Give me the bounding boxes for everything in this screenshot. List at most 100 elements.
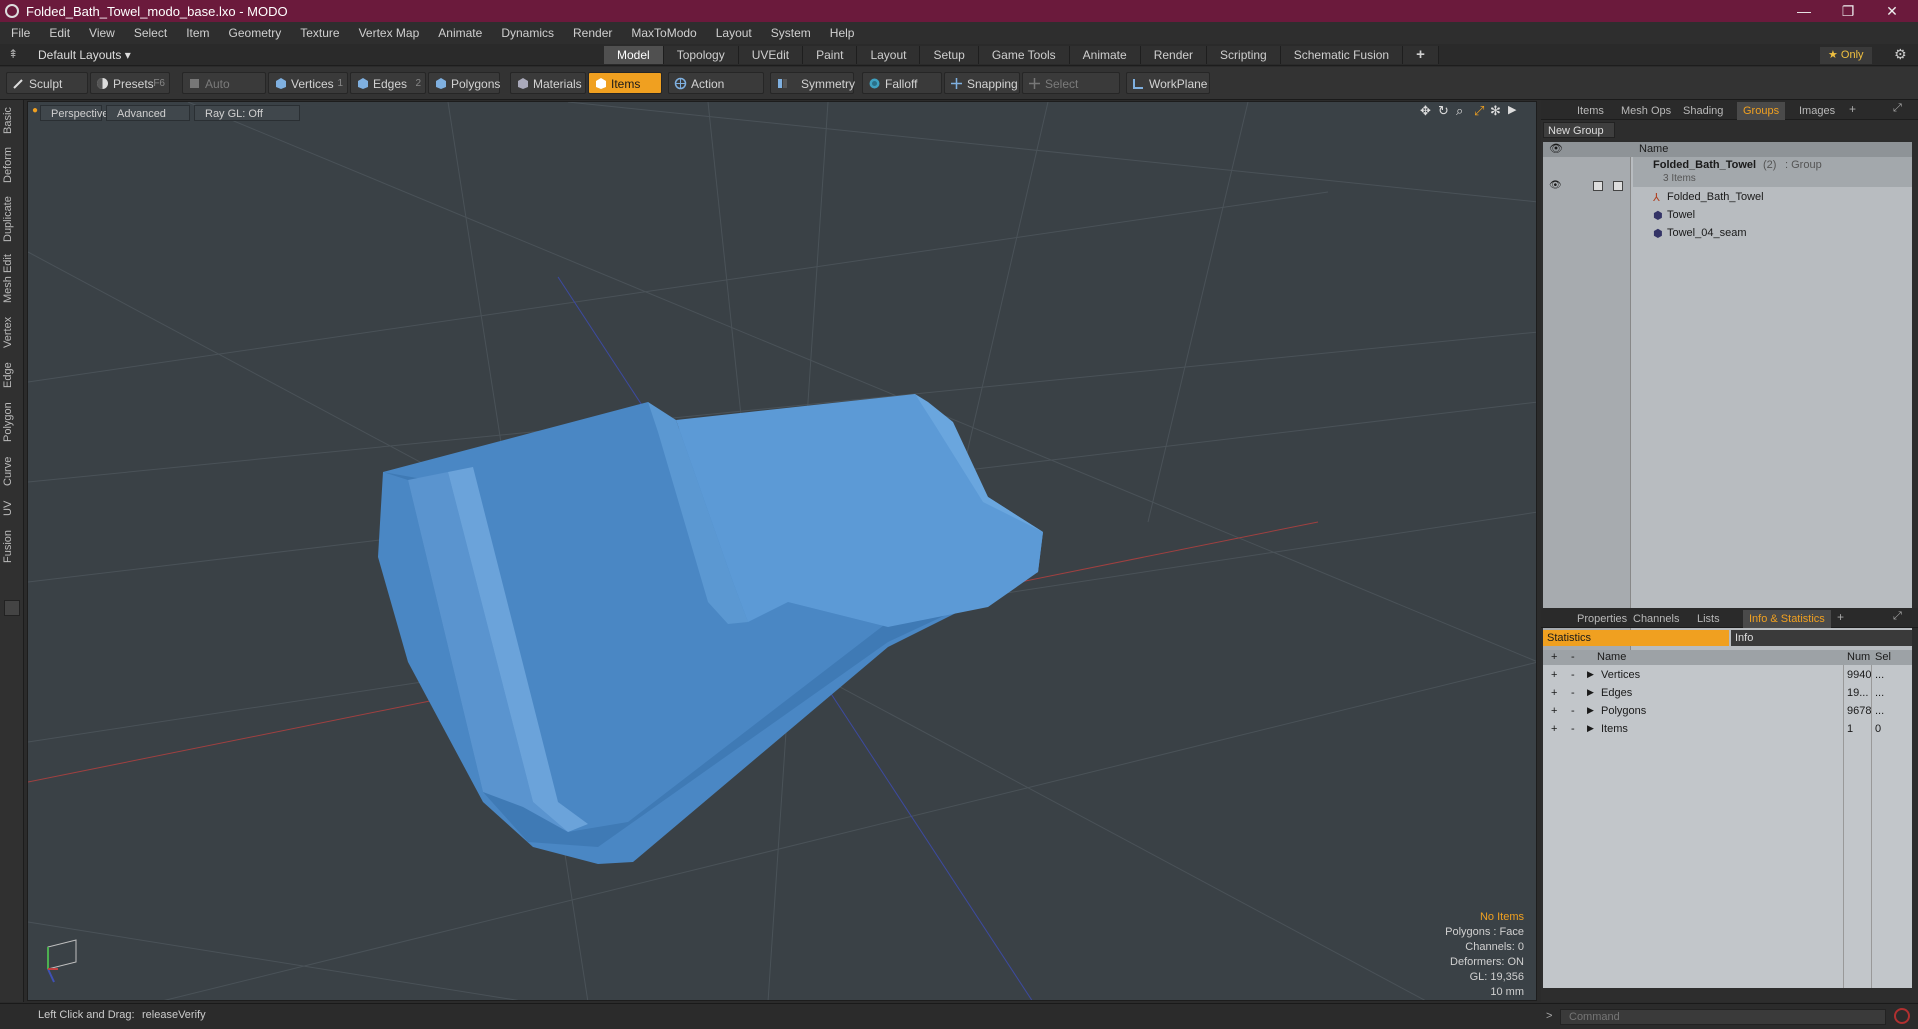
row-arrow-icon[interactable]: ▶	[1587, 723, 1594, 734]
table-row[interactable]: + - ▶ Items 1 0	[1543, 721, 1912, 738]
materials-button[interactable]: Materials	[510, 72, 586, 94]
add-panel-tab-icon[interactable]: +	[1837, 610, 1844, 624]
move-view-icon[interactable]: ✥	[1420, 103, 1431, 119]
expand-panel-icon[interactable]: ⤢	[1893, 102, 1902, 115]
tab-schematic-fusion[interactable]: Schematic Fusion	[1280, 46, 1404, 64]
expand-plus-icon[interactable]: +	[1551, 687, 1557, 699]
tab-scripting[interactable]: Scripting	[1207, 46, 1281, 64]
viewport-settings-icon[interactable]: ✻	[1490, 103, 1501, 119]
vtab-polygon[interactable]: Polygon	[2, 398, 22, 446]
group-render-checkbox[interactable]	[1613, 181, 1623, 191]
table-row[interactable]: + - ▶ Polygons 9678 ...	[1543, 703, 1912, 720]
tab-shading[interactable]: Shading	[1677, 102, 1729, 120]
vtab-deform[interactable]: Deform	[2, 144, 22, 186]
info-tab[interactable]: Info	[1731, 630, 1912, 646]
row-arrow-icon[interactable]: ▶	[1587, 669, 1594, 680]
tab-channels[interactable]: Channels	[1627, 610, 1685, 628]
tab-items[interactable]: Items	[1571, 102, 1610, 120]
rotate-view-icon[interactable]: ↻	[1438, 103, 1449, 119]
collapse-minus-icon[interactable]: -	[1571, 687, 1575, 699]
items-button[interactable]: Items	[588, 72, 662, 94]
edges-button[interactable]: Edges 2	[350, 72, 426, 94]
group-row[interactable]: Folded_Bath_Towel (2) : Group 3 Items	[1633, 157, 1912, 187]
expand-plus-icon[interactable]: +	[1551, 723, 1557, 735]
tab-uvedit[interactable]: UVEdit	[738, 46, 804, 64]
action-center-button[interactable]: Action Center	[668, 72, 764, 113]
select-through-button[interactable]: Select Through	[1022, 72, 1120, 113]
tab-groups[interactable]: Groups	[1737, 102, 1786, 120]
tab-topology[interactable]: Topology	[663, 46, 739, 64]
advanced-dropdown[interactable]: Advanced	[106, 105, 190, 121]
maximize-view-icon[interactable]: ⤢	[1474, 103, 1484, 119]
raygl-dropdown[interactable]: Ray GL: Off	[194, 105, 300, 121]
tab-info-statistics[interactable]: Info & Statistics	[1743, 610, 1831, 628]
3d-viewport[interactable]: ● Perspective Advanced Ray GL: Off ✥ ↻ ⌕…	[27, 101, 1537, 1001]
menu-file[interactable]: File	[11, 26, 30, 40]
menu-maxtomodo[interactable]: MaxToModo	[631, 26, 696, 40]
only-toggle-button[interactable]: ★ Only	[1820, 47, 1872, 64]
tab-animate[interactable]: Animate	[1069, 46, 1141, 64]
table-row[interactable]: + - ▶ Edges 19... ...	[1543, 685, 1912, 702]
panel-toggle-icon[interactable]	[4, 600, 20, 616]
sculpt-button[interactable]: Sculpt	[6, 72, 88, 94]
expand-panel-icon[interactable]: ⤢	[1893, 610, 1902, 623]
vtab-basic[interactable]: Basic	[2, 104, 22, 138]
tab-mesh-ops[interactable]: Mesh Ops	[1615, 102, 1677, 120]
statistics-tab[interactable]: Statistics	[1543, 630, 1729, 646]
expand-plus-icon[interactable]: +	[1551, 669, 1557, 681]
layout-preset-dropdown[interactable]: Default Layouts ▾	[38, 48, 131, 62]
row-arrow-icon[interactable]: ▶	[1587, 687, 1594, 698]
collapse-minus-icon[interactable]: -	[1571, 723, 1575, 735]
menu-render[interactable]: Render	[573, 26, 612, 40]
close-icon[interactable]: ✕	[1870, 0, 1914, 22]
add-tab-button[interactable]: +	[1403, 46, 1439, 64]
restore-icon[interactable]: ❐	[1826, 0, 1870, 22]
vtab-vertex[interactable]: Vertex	[2, 312, 22, 352]
new-group-button[interactable]: New Group	[1543, 122, 1615, 138]
collapse-minus-icon[interactable]: -	[1571, 669, 1575, 681]
menu-dynamics[interactable]: Dynamics	[501, 26, 554, 40]
presets-button[interactable]: Presets F6	[90, 72, 170, 94]
menu-animate[interactable]: Animate	[438, 26, 482, 40]
tab-properties[interactable]: Properties	[1571, 610, 1633, 628]
menu-item[interactable]: Item	[186, 26, 209, 40]
tab-render[interactable]: Render	[1140, 46, 1208, 64]
tab-lists[interactable]: Lists	[1691, 610, 1726, 628]
tab-game-tools[interactable]: Game Tools	[978, 46, 1070, 64]
menu-layout[interactable]: Layout	[716, 26, 752, 40]
viewport-more-icon[interactable]: ▶	[1508, 103, 1516, 116]
zoom-view-icon[interactable]: ⌕	[1456, 103, 1463, 119]
vtab-fusion[interactable]: Fusion	[2, 526, 22, 566]
menu-help[interactable]: Help	[830, 26, 855, 40]
row-arrow-icon[interactable]: ▶	[1587, 705, 1594, 716]
menu-select[interactable]: Select	[134, 26, 167, 40]
menu-texture[interactable]: Texture	[300, 26, 339, 40]
falloff-button[interactable]: Falloff	[862, 72, 942, 94]
viewport-menu-icon[interactable]: ●	[32, 105, 38, 116]
vertices-button[interactable]: Vertices 1	[268, 72, 348, 94]
tab-layout[interactable]: Layout	[857, 46, 921, 64]
command-input[interactable]	[1560, 1009, 1886, 1025]
tab-setup[interactable]: Setup	[920, 46, 979, 64]
list-item[interactable]: ⬢ Towel	[1633, 207, 1912, 224]
perspective-dropdown[interactable]: Perspective	[40, 105, 108, 121]
menu-system[interactable]: System	[771, 26, 811, 40]
vtab-duplicate[interactable]: Duplicate	[2, 192, 22, 246]
collapse-minus-icon[interactable]: -	[1571, 705, 1575, 717]
vtab-edge[interactable]: Edge	[2, 358, 22, 392]
record-icon[interactable]	[1894, 1008, 1910, 1024]
vtab-mesh-edit[interactable]: Mesh Edit	[2, 252, 22, 306]
tab-model[interactable]: Model	[604, 46, 664, 64]
layout-toggle-icon[interactable]: ⇞	[8, 47, 18, 61]
list-item[interactable]: ⅄ Folded_Bath_Towel	[1633, 189, 1912, 206]
menu-vertex-map[interactable]: Vertex Map	[359, 26, 420, 40]
group-visibility-icon[interactable]: 👁	[1549, 180, 1562, 191]
list-item[interactable]: ⬢ Towel_04_seam	[1633, 225, 1912, 242]
menu-geometry[interactable]: Geometry	[229, 26, 282, 40]
minimize-icon[interactable]: —	[1782, 0, 1826, 22]
group-lock-checkbox[interactable]	[1593, 181, 1603, 191]
vtab-curve[interactable]: Curve	[2, 452, 22, 490]
symmetry-button[interactable]: Symmetry	[770, 72, 855, 94]
gear-icon[interactable]: ⚙	[1894, 46, 1907, 63]
add-panel-tab-icon[interactable]: +	[1849, 102, 1856, 116]
